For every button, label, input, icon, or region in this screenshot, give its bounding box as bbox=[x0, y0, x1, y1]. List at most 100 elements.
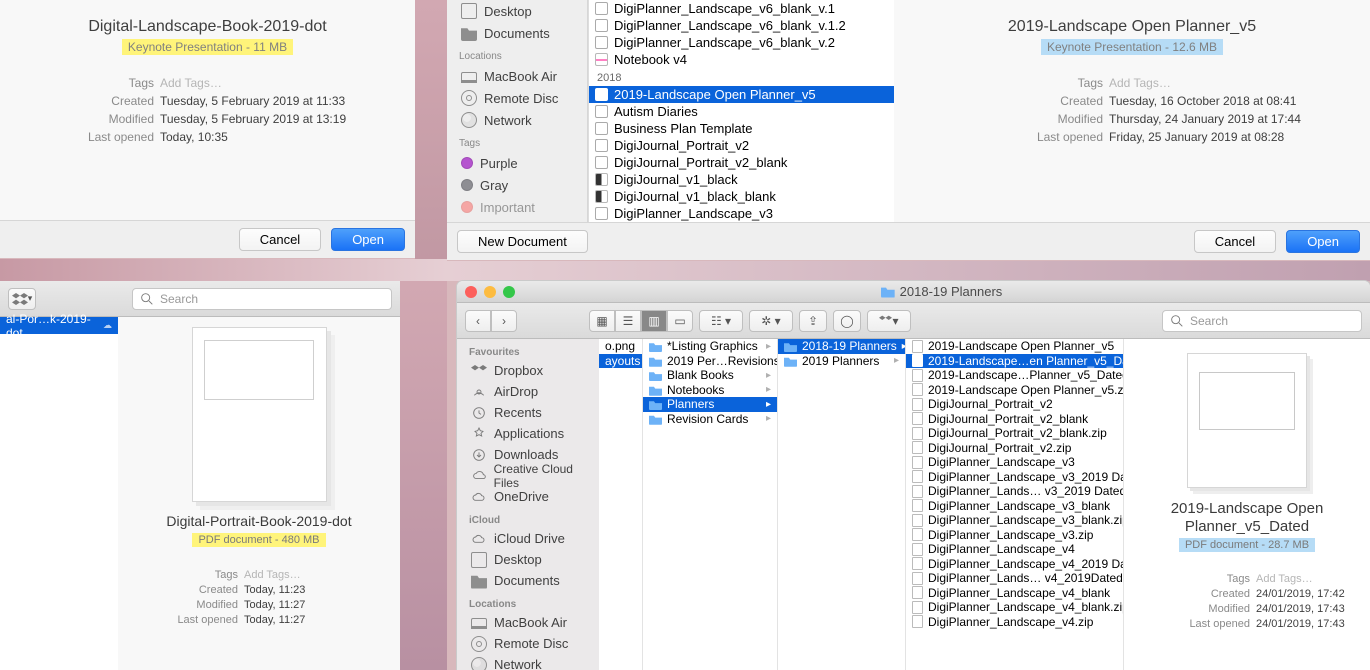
sidebar-ccf[interactable]: Creative Cloud Files bbox=[457, 465, 599, 486]
tags-value[interactable]: Add Tags… bbox=[1256, 572, 1313, 587]
sidebar-desktop[interactable]: Desktop bbox=[457, 549, 599, 570]
file-row[interactable]: DigiPlanner_Lands… v3_2019 Dated.zip bbox=[906, 484, 1123, 499]
file-row[interactable]: 2019-Landscape Open Planner_v5.zip bbox=[906, 383, 1123, 398]
open-button[interactable]: Open bbox=[331, 228, 405, 251]
sidebar-documents[interactable]: Documents bbox=[447, 22, 587, 44]
documents-icon bbox=[471, 573, 487, 589]
file-row[interactable]: DigiPlanner_Landscape_v4 bbox=[906, 542, 1123, 557]
document-icon bbox=[912, 470, 923, 483]
file-row[interactable]: DigiPlanner_Landscape_v3_2019 Dated bbox=[906, 470, 1123, 485]
folder-row-selected[interactable]: Planners▸ bbox=[643, 397, 777, 412]
zoom-window-button[interactable] bbox=[503, 286, 515, 298]
file-row-selected[interactable]: 2019-Landscape…en Planner_v5_Dated bbox=[906, 354, 1123, 369]
file-row[interactable]: DigiPlanner_Landscape_v3 bbox=[589, 205, 894, 222]
document-icon bbox=[912, 398, 923, 411]
sidebar-dropbox[interactable]: Dropbox bbox=[457, 360, 599, 381]
sidebar-network[interactable]: Network bbox=[447, 109, 587, 131]
file-row-selected[interactable]: al-Por…k-2019-dot☁︎ bbox=[0, 317, 118, 334]
file-row[interactable]: DigiPlanner_Landscape_v3.zip bbox=[906, 528, 1123, 543]
folder-icon bbox=[649, 341, 662, 352]
tags-value[interactable]: Add Tags… bbox=[1109, 74, 1171, 92]
file-row[interactable]: DigiPlanner_Landscape_v4.zip bbox=[906, 615, 1123, 630]
arrange-menu[interactable]: ☷ ▾ bbox=[699, 310, 743, 332]
open-button[interactable]: Open bbox=[1286, 230, 1360, 253]
view-columns-button[interactable]: ▥ bbox=[641, 310, 667, 332]
file-row[interactable]: DigiPlanner_Landscape_v6_blank_v.1.2 bbox=[589, 17, 894, 34]
file-row[interactable]: DigiJournal_Portrait_v2 bbox=[906, 397, 1123, 412]
folder-row[interactable]: ayouts▸ bbox=[599, 354, 642, 369]
file-row[interactable]: DigiPlanner_Landscape_v4_blank.zip bbox=[906, 600, 1123, 615]
back-button[interactable]: ‹ bbox=[465, 310, 491, 332]
modified-value: Today, 11:27 bbox=[244, 598, 305, 613]
sidebar-remote-disc[interactable]: Remote Disc bbox=[447, 87, 587, 109]
document-thumbnail bbox=[1187, 353, 1307, 488]
file-row[interactable]: Business Plan Template bbox=[589, 120, 894, 137]
keynote-icon bbox=[595, 190, 608, 203]
file-row[interactable]: DigiJournal_Portrait_v2 bbox=[589, 137, 894, 154]
cancel-button[interactable]: Cancel bbox=[239, 228, 321, 251]
folder-row[interactable]: 2019 Per…Revisions▸ bbox=[643, 354, 777, 369]
file-row[interactable]: DigiPlanner_Landscape_v3 bbox=[906, 455, 1123, 470]
file-row[interactable]: DigiPlanner_Landscape_v3_blank bbox=[906, 499, 1123, 514]
folder-row[interactable]: Blank Books▸ bbox=[643, 368, 777, 383]
tags-value[interactable]: Add Tags… bbox=[160, 74, 222, 92]
titlebar[interactable]: 2018-19 Planners bbox=[457, 281, 1370, 303]
file-row[interactable]: DigiJournal_Portrait_v2_blank.zip bbox=[906, 426, 1123, 441]
finder-preview-pane: 2019-Landscape Open Planner_v5_Dated PDF… bbox=[1124, 339, 1370, 670]
sidebar-applications[interactable]: Applications bbox=[457, 423, 599, 444]
desktop-icon bbox=[461, 3, 477, 19]
new-document-button[interactable]: New Document bbox=[457, 230, 588, 253]
sidebar-macbook[interactable]: MacBook Air bbox=[457, 612, 599, 633]
tags-button[interactable]: ◯ bbox=[833, 310, 861, 332]
file-row[interactable]: DigiPlanner_Landscape_v6_blank_v.1 bbox=[589, 0, 894, 17]
zip-icon bbox=[912, 601, 923, 614]
file-row[interactable]: DigiJournal_Portrait_v2_blank bbox=[906, 412, 1123, 427]
sidebar-remote-disc[interactable]: Remote Disc bbox=[457, 633, 599, 654]
folder-row[interactable]: Notebooks▸ bbox=[643, 383, 777, 398]
minimize-window-button[interactable] bbox=[484, 286, 496, 298]
file-row[interactable]: DigiJournal_v1_black bbox=[589, 171, 894, 188]
folder-row[interactable]: 2019 Planners▸ bbox=[778, 354, 905, 369]
action-menu[interactable]: ✲ ▾ bbox=[749, 310, 793, 332]
view-gallery-button[interactable]: ▭ bbox=[667, 310, 693, 332]
file-row[interactable]: DigiPlanner_Landscape_v4_blank bbox=[906, 586, 1123, 601]
file-row[interactable]: 2019-Landscape Open Planner_v5 bbox=[906, 339, 1123, 354]
file-row[interactable]: 2019-Landscape…Planner_v5_Dated.zip bbox=[906, 368, 1123, 383]
file-row[interactable]: Notebook v4 bbox=[589, 51, 894, 68]
cancel-button[interactable]: Cancel bbox=[1194, 230, 1276, 253]
folder-row[interactable]: Revision Cards▸ bbox=[643, 412, 777, 427]
file-row[interactable]: Autism Diaries bbox=[589, 103, 894, 120]
view-list-button[interactable]: ☰ bbox=[615, 310, 641, 332]
tags-value[interactable]: Add Tags… bbox=[244, 568, 301, 583]
share-button[interactable]: ⇪ bbox=[799, 310, 827, 332]
file-row[interactable]: DigiPlanner_Landscape_v4_2019 Dated bbox=[906, 557, 1123, 572]
sidebar-network[interactable]: Network bbox=[457, 654, 599, 670]
file-row[interactable]: DigiJournal_v1_black_blank bbox=[589, 188, 894, 205]
close-window-button[interactable] bbox=[465, 286, 477, 298]
sidebar-airdrop[interactable]: AirDrop bbox=[457, 381, 599, 402]
file-row[interactable]: DigiPlanner_Landscape_v6_blank_v.2 bbox=[589, 34, 894, 51]
dropbox-menu[interactable]: ▾ bbox=[867, 310, 911, 332]
sidebar-tag-purple[interactable]: Purple bbox=[447, 152, 587, 174]
sidebar-iclouddrive[interactable]: iCloud Drive bbox=[457, 528, 599, 549]
sidebar-desktop[interactable]: Desktop bbox=[447, 0, 587, 22]
file-row[interactable]: DigiPlanner_Lands… v4_2019Dated.zip bbox=[906, 571, 1123, 586]
file-row[interactable]: DigiJournal_Portrait_v2_blank bbox=[589, 154, 894, 171]
sidebar-tag-important[interactable]: Important bbox=[447, 196, 587, 218]
cloud-icon bbox=[471, 489, 487, 505]
sidebar-tag-gray[interactable]: Gray bbox=[447, 174, 587, 196]
search-field[interactable]: Search bbox=[132, 288, 392, 310]
search-field[interactable]: Search bbox=[1162, 310, 1362, 332]
sidebar-recents[interactable]: Recents bbox=[457, 402, 599, 423]
file-row[interactable]: DigiJournal_Portrait_v2.zip bbox=[906, 441, 1123, 456]
sidebar-macbook[interactable]: MacBook Air bbox=[447, 65, 587, 87]
dropbox-toolbar-button[interactable]: ▾ bbox=[8, 288, 36, 310]
file-row[interactable]: DigiPlanner_Landscape_v3_blank.zip bbox=[906, 513, 1123, 528]
sidebar-documents[interactable]: Documents bbox=[457, 570, 599, 591]
folder-row[interactable]: *Listing Graphics▸ bbox=[643, 339, 777, 354]
forward-button[interactable]: › bbox=[491, 310, 517, 332]
file-row-selected[interactable]: 2019-Landscape Open Planner_v5 bbox=[589, 86, 894, 103]
view-icons-button[interactable]: ▦ bbox=[589, 310, 615, 332]
folder-row-selected[interactable]: 2018-19 Planners▸ bbox=[778, 339, 905, 354]
file-row[interactable]: o.png bbox=[599, 339, 642, 354]
